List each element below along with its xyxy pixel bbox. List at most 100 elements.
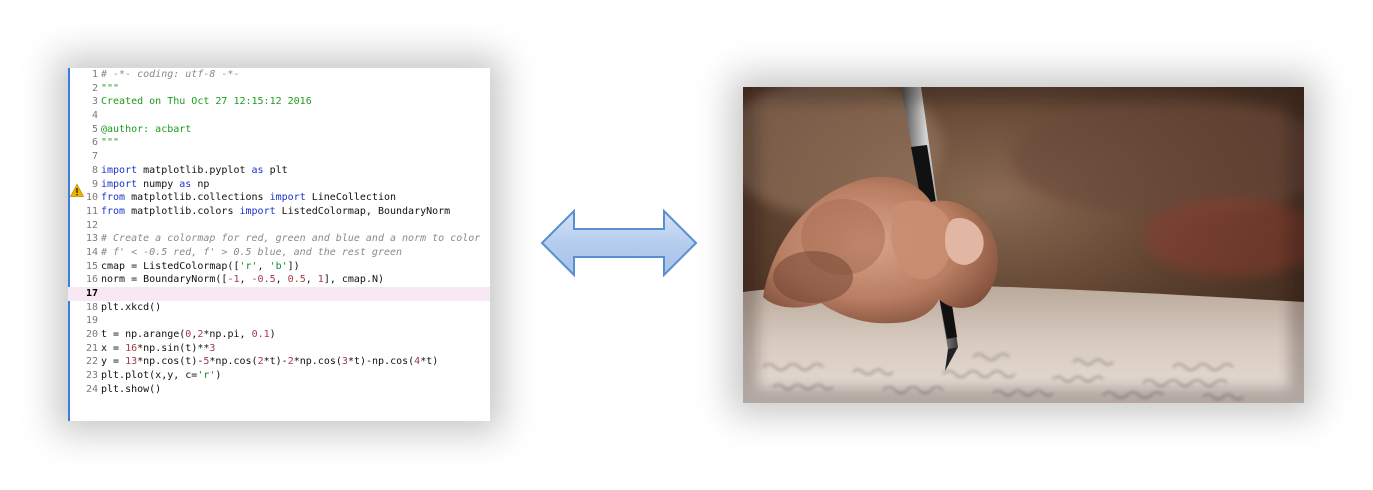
code-line[interactable]: 11 from matplotlib.colors import ListedCo… xyxy=(68,205,490,219)
code-lines: 1 # -*- coding: utf-8 -*- 2 """ 3 Created on … xyxy=(68,68,490,397)
code-text: cmap = ListedColormap(['r', 'b']) xyxy=(101,260,300,274)
code-text: Created on Thu Oct 27 12:15:12 2016 xyxy=(101,95,312,109)
code-line[interactable]: 24 plt.show() xyxy=(68,383,490,397)
code-text: norm = BoundaryNorm([-1, -0.5, 0.5, 1], … xyxy=(101,273,384,287)
code-line[interactable]: 8 import matplotlib.pyplot as plt xyxy=(68,164,490,178)
code-token: from xyxy=(101,192,126,204)
code-text: @author: acbart xyxy=(101,123,191,137)
code-line[interactable]: 19 xyxy=(68,314,490,328)
code-token: *t) xyxy=(420,356,439,368)
code-line[interactable]: 21 x = 16*np.sin(t)**3 xyxy=(68,342,490,356)
code-line[interactable]: 17 xyxy=(68,287,490,301)
code-line[interactable]: 2 """ xyxy=(68,82,490,96)
code-token: 0.5 xyxy=(287,274,306,286)
code-token: x = xyxy=(101,342,126,354)
code-line[interactable]: 3 Created on Thu Oct 27 12:15:12 2016 xyxy=(68,95,490,109)
code-token: numpy xyxy=(137,178,180,190)
code-token: import xyxy=(239,205,276,217)
code-line[interactable]: 6 """ xyxy=(68,136,490,150)
code-token: -1 xyxy=(227,274,240,286)
code-line[interactable]: 5 @author: acbart xyxy=(68,123,490,137)
code-text: from matplotlib.collections import LineC… xyxy=(101,191,396,205)
code-text: x = 16*np.sin(t)**3 xyxy=(101,342,215,356)
line-number: 17 xyxy=(85,288,98,299)
code-token: 'b' xyxy=(269,260,288,272)
code-line[interactable]: 10 from matplotlib.collections import Lin… xyxy=(68,191,490,205)
code-token: """ xyxy=(101,82,120,94)
code-token: from xyxy=(101,205,126,217)
code-line[interactable]: 18 plt.xkcd() xyxy=(68,301,490,315)
code-token: , xyxy=(257,260,270,272)
code-token: plt.show() xyxy=(101,383,162,395)
code-token: *np.cos( xyxy=(209,356,258,368)
line-number: 19 xyxy=(85,315,98,327)
code-token: import xyxy=(269,192,306,204)
line-number: 16 xyxy=(85,274,98,286)
code-text: import numpy as np xyxy=(101,178,209,192)
code-token: t = np.arange( xyxy=(101,329,186,341)
line-number: 14 xyxy=(85,246,98,258)
code-token: *np.cos( xyxy=(293,356,342,368)
line-number: 24 xyxy=(85,383,98,395)
line-number: 2 xyxy=(91,82,98,94)
line-number: 12 xyxy=(85,219,98,231)
code-token: plt xyxy=(263,164,288,176)
code-line[interactable]: 7 xyxy=(68,150,490,164)
line-number: 5 xyxy=(91,123,98,135)
code-token: ], cmap.N) xyxy=(323,274,385,286)
code-token: *np.sin(t)** xyxy=(137,342,210,354)
code-token: *t)- xyxy=(263,356,288,368)
code-token: 0.1 xyxy=(251,329,270,341)
line-number: 20 xyxy=(85,329,98,341)
code-token: 13 xyxy=(125,356,138,368)
code-text: """ xyxy=(101,136,119,150)
code-text: # f' < -0.5 red, f' > 0.5 blue, and the … xyxy=(101,246,402,260)
code-line[interactable]: 20 t = np.arange(0,2*np.pi, 0.1) xyxy=(68,328,490,342)
code-token: ) xyxy=(269,329,276,341)
line-number: 23 xyxy=(85,370,98,382)
code-token: y = xyxy=(101,356,126,368)
code-line[interactable]: 9 import numpy as np xyxy=(68,178,490,192)
code-token: matplotlib.pyplot xyxy=(137,164,252,176)
code-text: from matplotlib.colors import ListedColo… xyxy=(101,205,450,219)
code-token: ) xyxy=(215,370,222,382)
code-line[interactable]: 13 # Create a colormap for red, green and… xyxy=(68,232,490,246)
double-arrow-icon xyxy=(540,209,698,277)
line-number: 6 xyxy=(91,137,98,149)
code-token: LineCollection xyxy=(305,192,397,204)
code-token: plt.xkcd() xyxy=(101,301,162,313)
code-line[interactable]: 22 y = 13*np.cos(t)-5*np.cos(2*t)-2*np.co… xyxy=(68,355,490,369)
code-line[interactable]: 16 norm = BoundaryNorm([-1, -0.5, 0.5, 1]… xyxy=(68,273,490,287)
code-token: *t)-np.cos( xyxy=(347,356,415,368)
warning-icon[interactable] xyxy=(70,184,84,197)
line-number: 1 xyxy=(91,69,98,80)
code-line[interactable]: 15 cmap = ListedColormap(['r', 'b']) xyxy=(68,260,490,274)
code-editor: 1 # -*- coding: utf-8 -*- 2 """ 3 Created on … xyxy=(68,68,490,421)
code-token: , xyxy=(239,274,252,286)
line-number: 22 xyxy=(85,356,98,368)
code-token: , xyxy=(275,274,288,286)
line-number: 8 xyxy=(91,164,98,176)
line-number: 13 xyxy=(85,233,98,245)
code-token: @author: acbart xyxy=(101,123,192,135)
line-number: 18 xyxy=(85,301,98,313)
code-token: 16 xyxy=(125,342,138,354)
line-number: 3 xyxy=(91,96,98,108)
code-line[interactable]: 14 # f' < -0.5 red, f' > 0.5 blue, and th… xyxy=(68,246,490,260)
code-line[interactable]: 4 xyxy=(68,109,490,123)
code-line[interactable]: 12 xyxy=(68,219,490,233)
code-token: , xyxy=(305,274,318,286)
code-token: np xyxy=(191,178,210,190)
code-token: 'r' xyxy=(239,260,258,272)
code-token: """ xyxy=(101,137,120,149)
code-token: matplotlib.colors xyxy=(125,205,240,217)
code-token: *np.cos(t)- xyxy=(137,356,204,368)
code-line[interactable]: 1 # -*- coding: utf-8 -*- xyxy=(68,68,490,82)
code-token: norm = BoundaryNorm([ xyxy=(101,274,228,286)
code-text: plt.xkcd() xyxy=(101,301,161,315)
code-token: *np.pi, xyxy=(203,329,252,341)
code-line[interactable]: 23 plt.plot(x,y, c='r') xyxy=(68,369,490,383)
line-number: 7 xyxy=(91,151,98,163)
code-token: plt.plot(x,y, c= xyxy=(101,370,198,382)
code-text: # Create a colormap for red, green and b… xyxy=(101,232,480,246)
